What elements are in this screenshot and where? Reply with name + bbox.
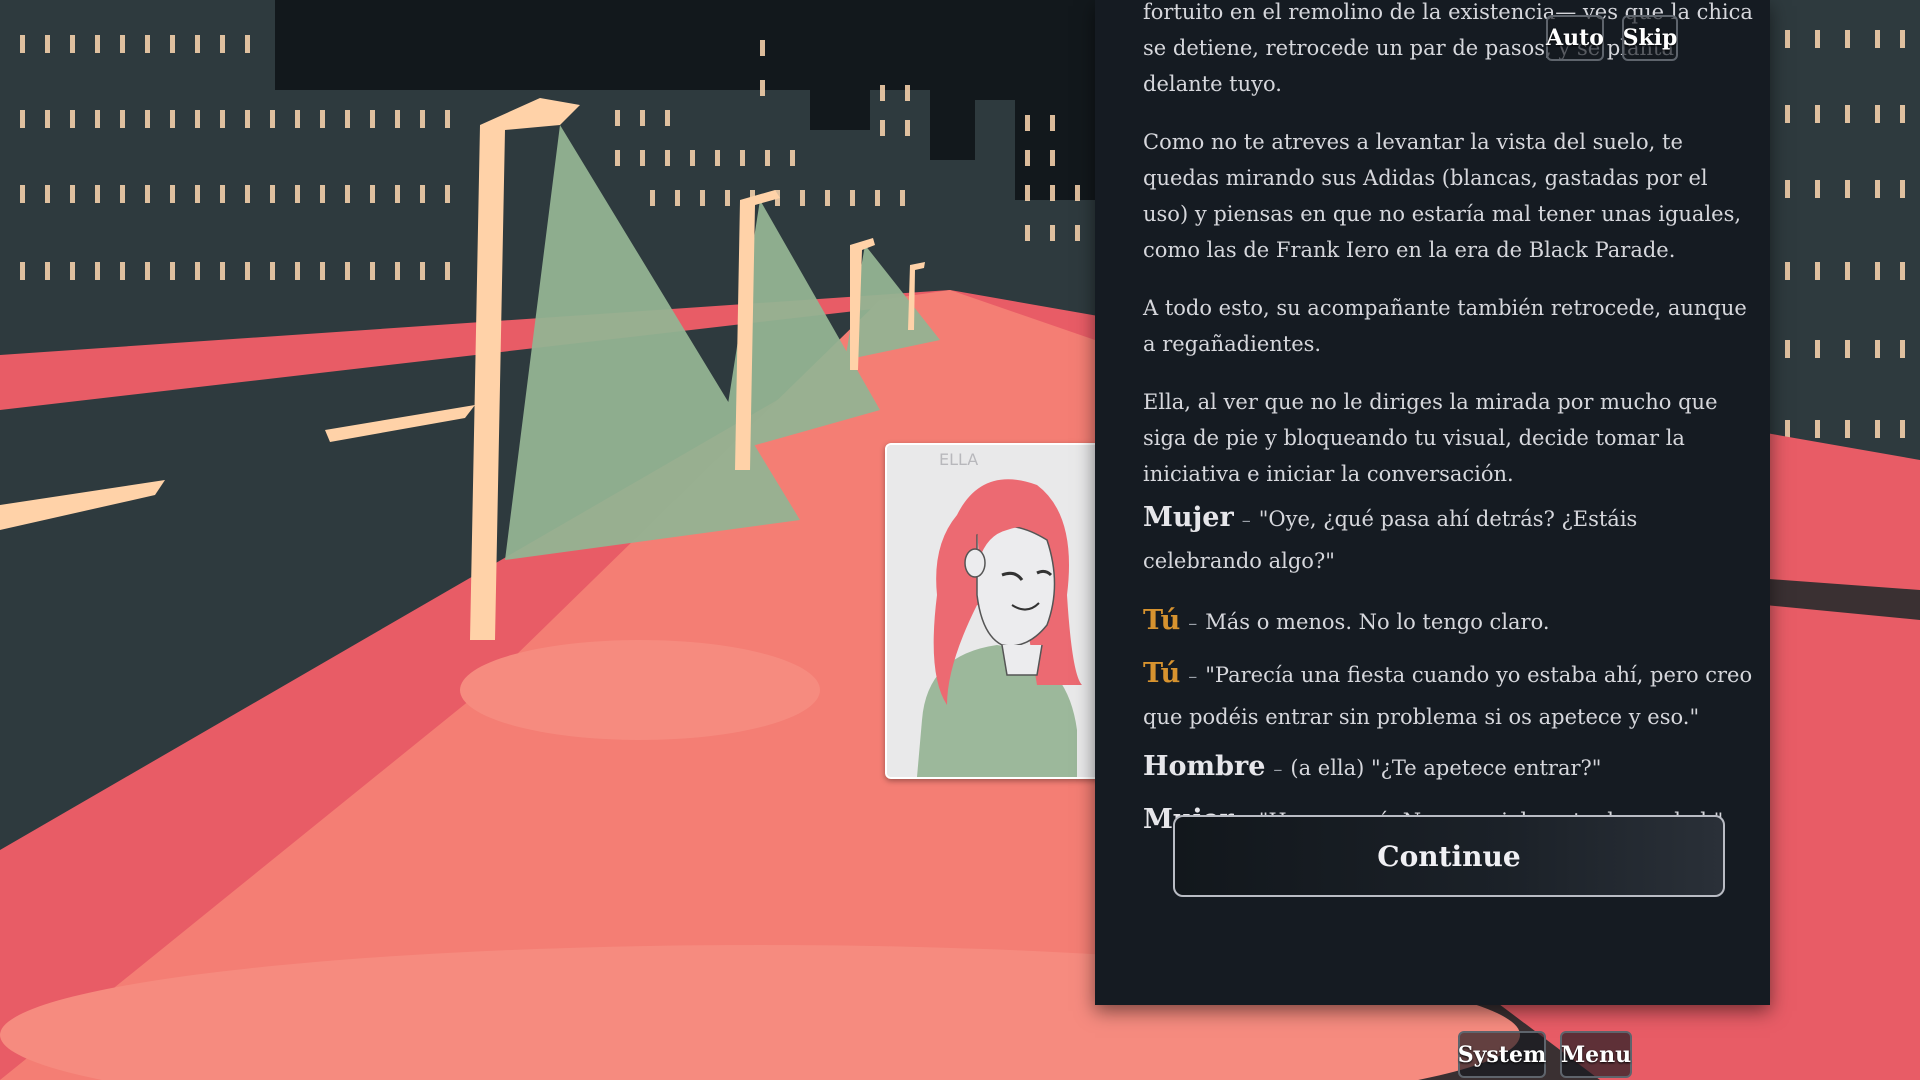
skip-button[interactable]: Skip	[1622, 15, 1678, 61]
speaker-name: Tú	[1143, 658, 1181, 689]
speaker-name: Mujer	[1143, 502, 1234, 533]
dialog-panel: fortuito en el remolino de la existencia…	[1095, 0, 1770, 1005]
dialog-line: Hombre – (a ella) "¿Te apetece entrar?"	[1143, 747, 1754, 790]
line-text: (a ella) "¿Te apetece entrar?"	[1290, 756, 1602, 780]
speaker-name: Tú	[1143, 605, 1181, 636]
auto-button[interactable]: Auto	[1546, 15, 1604, 61]
narration-paragraph: A todo esto, su acompañante también retr…	[1143, 296, 1747, 356]
dialog-history: fortuito en el remolino de la existencia…	[1143, 0, 1754, 853]
line-text: "Parecía una fiesta cuando yo estaba ahí…	[1143, 663, 1753, 729]
dialog-line: Tú – "Parecía una fiesta cuando yo estaba …	[1143, 654, 1754, 737]
menu-button[interactable]: Menu	[1560, 1031, 1632, 1078]
portrait-caption: ELLA	[939, 450, 978, 469]
continue-button[interactable]: Continue	[1173, 815, 1725, 897]
narration-paragraph: Como no te atreves a levantar la vista d…	[1143, 130, 1742, 262]
speaker-separator: –	[1241, 510, 1251, 531]
speaker-separator: –	[1188, 613, 1198, 634]
character-portrait: ELLA	[885, 443, 1109, 779]
dialog-line: Mujer – "Oye, ¿qué pasa ahí detrás? ¿Estái…	[1143, 498, 1754, 581]
system-button[interactable]: System	[1458, 1031, 1546, 1078]
dialog-line: Tú – Más o menos. No lo tengo claro.	[1143, 601, 1754, 644]
speaker-separator: –	[1188, 666, 1198, 687]
speaker-name: Hombre	[1143, 751, 1266, 782]
portrait-sketch: ELLA	[887, 445, 1107, 777]
line-text: Más o menos. No lo tengo claro.	[1205, 610, 1550, 634]
narration-paragraph: Ella, al ver que no le diriges la mirada…	[1143, 390, 1718, 486]
speaker-separator: –	[1273, 759, 1283, 780]
